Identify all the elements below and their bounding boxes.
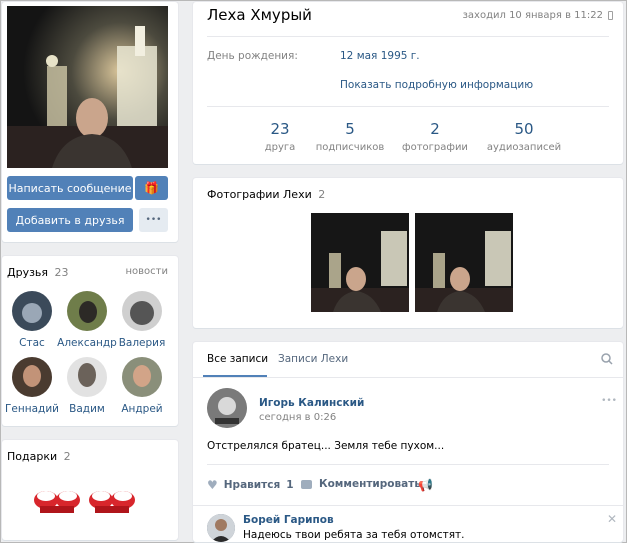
comment-author-name[interactable]: Борей Гарипов: [243, 514, 334, 526]
show-details-link[interactable]: Показать подробную информацию: [340, 79, 533, 91]
counter-audio[interactable]: 50 аудиозаписей: [483, 120, 565, 153]
gift-icon: 🎁: [144, 181, 159, 195]
comment-author-avatar[interactable]: [207, 514, 235, 542]
photos-title: Фотографии Лехи: [207, 188, 312, 201]
friend-avatar: [122, 357, 162, 397]
profile-photo[interactable]: [7, 6, 168, 168]
friend-name: Александр: [57, 337, 117, 349]
gifts-count: 2: [63, 450, 71, 463]
tab-own-posts[interactable]: Записи Лехи: [278, 353, 348, 365]
counter-photos[interactable]: 2 фотографии: [400, 120, 470, 153]
friends-count: 23: [54, 266, 69, 279]
friend-name: Стас: [19, 337, 45, 349]
like-label: Нравится: [223, 479, 281, 491]
photos-card: Фотографии Лехи 2: [193, 178, 623, 328]
post-time[interactable]: сегодня в 0:26: [259, 412, 336, 423]
counter-label: друга: [264, 142, 296, 153]
send-message-button[interactable]: Написать сообщение: [7, 176, 133, 200]
comment-button[interactable]: Комментировать: [301, 478, 421, 490]
post-more-icon[interactable]: •••: [601, 396, 617, 406]
profile-info-card: Леха Хмурый заходил 10 января в 11:22 Де…: [193, 2, 623, 164]
friend-avatar: [67, 357, 107, 397]
divider: [207, 36, 609, 37]
friend-item[interactable]: Вадим: [57, 357, 117, 415]
friend-name: Валерия: [118, 337, 166, 349]
gifts-title: Подарки: [7, 450, 58, 463]
counter-number: 2: [430, 120, 440, 138]
avatar-card: Написать сообщение 🎁 Добавить в друзья •…: [2, 2, 178, 242]
wall-card: Все записи Записи Лехи Игорь Калинский с…: [193, 342, 623, 542]
counter-label: подписчиков: [315, 142, 385, 153]
gift-item[interactable]: [87, 470, 137, 520]
counter-number: 50: [514, 120, 534, 138]
gift-button[interactable]: 🎁: [135, 176, 168, 200]
post-author-avatar[interactable]: [207, 388, 247, 428]
friend-name: Вадим: [69, 403, 105, 415]
search-icon[interactable]: [601, 353, 613, 365]
friend-item[interactable]: Андрей: [112, 357, 172, 415]
friends-news-link[interactable]: новости: [126, 266, 169, 277]
gifts-header[interactable]: Подарки 2: [7, 450, 71, 463]
comment-label: Комментировать: [319, 478, 421, 490]
friend-name: Андрей: [121, 403, 163, 415]
friend-item[interactable]: Александр: [57, 291, 117, 349]
gift-sticker-icon: [34, 491, 80, 513]
counter-label: аудиозаписей: [486, 142, 562, 153]
birthday-label: День рождения:: [207, 50, 298, 62]
friend-item[interactable]: Стас: [2, 291, 62, 349]
more-actions-button[interactable]: •••: [139, 208, 168, 232]
counter-label: фотографии: [402, 142, 468, 153]
friend-avatar: [67, 291, 107, 331]
post-author-name[interactable]: Игорь Калинский: [259, 397, 364, 409]
mobile-icon: [608, 11, 613, 20]
friend-item[interactable]: Валерия: [112, 291, 172, 349]
close-icon[interactable]: ✕: [607, 512, 617, 526]
photo-thumbnail[interactable]: [415, 213, 513, 312]
like-count: 1: [286, 479, 294, 491]
like-button[interactable]: ♥ Нравится 1: [207, 478, 294, 492]
share-icon[interactable]: 📢: [418, 478, 433, 492]
friend-avatar: [12, 291, 52, 331]
add-friend-button[interactable]: Добавить в друзья: [7, 208, 133, 232]
friends-header[interactable]: Друзья 23: [7, 266, 69, 279]
gifts-card: Подарки 2: [2, 440, 178, 540]
friends-title: Друзья: [7, 266, 49, 279]
comment-text: Надеюсь твои ребята за тебя отомстят.: [243, 529, 465, 541]
profile-name: Леха Хмурый: [207, 6, 312, 24]
photos-count: 2: [318, 188, 326, 201]
tab-all-posts[interactable]: Все записи: [207, 353, 268, 365]
friend-item[interactable]: Геннадий: [2, 357, 62, 415]
last-seen-text: заходил 10 января в 11:22: [462, 10, 603, 21]
heart-icon: ♥: [207, 478, 218, 492]
gift-sticker-icon: [89, 491, 135, 513]
counter-followers[interactable]: 5 подписчиков: [311, 120, 389, 153]
friend-name: Геннадий: [5, 403, 59, 415]
counter-number: 5: [345, 120, 355, 138]
divider: [193, 505, 623, 506]
friend-avatar: [12, 357, 52, 397]
divider: [193, 377, 623, 378]
friend-avatar: [122, 291, 162, 331]
photo-thumbnail[interactable]: [311, 213, 409, 312]
photos-header[interactable]: Фотографии Лехи 2: [207, 188, 325, 201]
counter-number: 23: [270, 120, 290, 138]
birthday-value[interactable]: 12 мая 1995 г.: [340, 50, 420, 62]
gift-item[interactable]: [32, 470, 82, 520]
comment-icon: [301, 479, 312, 489]
divider: [207, 464, 609, 465]
last-seen-status: заходил 10 января в 11:22: [463, 10, 613, 21]
divider: [207, 106, 609, 107]
friends-card: Друзья 23 новости Стас Александр Валерия…: [2, 256, 178, 426]
post-text: Отстрелялся братец... Земля тебе пухом..…: [207, 440, 445, 452]
counter-friends[interactable]: 23 друга: [255, 120, 305, 153]
